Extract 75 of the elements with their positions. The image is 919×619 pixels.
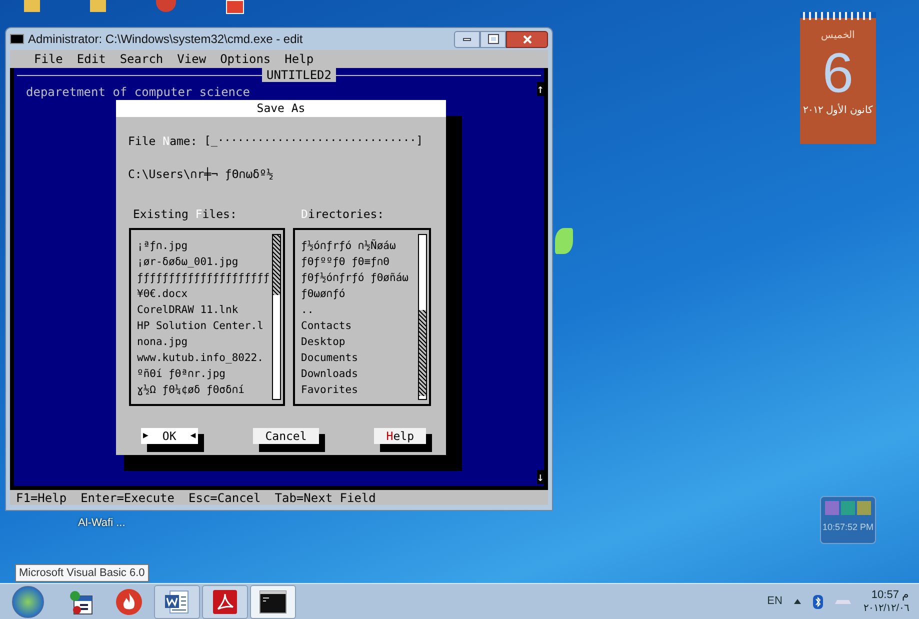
tray-time[interactable]: 10:57 م — [871, 588, 909, 602]
list-item[interactable]: ºñΘí ƒΘª∩r.jpg — [137, 366, 226, 382]
tray-date[interactable]: ٢٠١٢/١٢/٠٦ — [863, 602, 909, 614]
status-hint: Esc=Cancel — [188, 490, 261, 506]
list-item[interactable]: ƒΘƒ½ó∩ƒrƒó ƒΘøñáω — [301, 270, 408, 286]
list-item[interactable]: ƒ½ó∩ƒrƒó ∩½Ñøáω — [301, 238, 396, 254]
dialog-button[interactable]: Help — [374, 428, 426, 444]
file-name-field[interactable]: [_······························] — [204, 133, 423, 150]
list-item[interactable]: ¥Θ€.docx — [137, 286, 188, 302]
list-label: Directories: — [300, 206, 386, 222]
list-item[interactable]: ɣ½Ω ƒΘ¼¢øδ ƒΘσδ∩í — [137, 382, 244, 398]
leaf-drawing — [555, 228, 573, 254]
pdf-icon — [212, 588, 238, 614]
menu-item[interactable]: Edit — [76, 50, 106, 68]
list-item[interactable]: www.kutub.info_8022. — [137, 350, 264, 366]
directories-list[interactable]: ƒ½ó∩ƒrƒó ∩½Ñøáω ƒΘƒººƒΘ ƒΘ≡ƒ∩Θ ƒΘƒ½ó∩ƒrƒó ƒΘøñáω ƒΘωø∩ƒó .. Contacts Desktop Documents Downloads Favorites — [293, 228, 431, 406]
clock-time: 10:57:52 PM — [822, 521, 874, 534]
files-list[interactable]: ¡ªƒ∩.jpg ¡ør-δøδω_001.jpg ƒƒƒƒƒƒƒƒƒƒƒƒƒƒƒƒƒƒƒƒƒ ¥Θ€.docx CorelDRAW 11.lnk HP Solution Center.l nona.jpg www.kutub.info_8022. ºñΘí ƒΘª∩r.jpg ɣ½Ω ƒΘ¼¢øδ ƒΘσδ∩í — [129, 228, 285, 406]
list-item[interactable]: Desktop — [301, 334, 346, 350]
list-item[interactable]: ƒΘƒººƒΘ ƒΘ≡ƒ∩Θ — [301, 254, 390, 270]
status-hint: Enter=Execute — [80, 490, 174, 506]
list-item[interactable]: CorelDRAW 11.lnk — [137, 302, 238, 318]
minimize-button[interactable] — [454, 30, 480, 48]
list-item[interactable]: ¡ªƒ∩.jpg — [137, 238, 188, 254]
spiral-binding-drawing — [803, 12, 873, 20]
menu-item[interactable]: Options — [220, 50, 271, 68]
flame-icon — [115, 588, 143, 616]
language-indicator[interactable]: EN — [767, 593, 782, 610]
close-icon — [522, 34, 532, 44]
console-icon — [10, 34, 24, 44]
scrollbar[interactable] — [272, 234, 281, 400]
scrollbar[interactable] — [418, 234, 427, 400]
menu-item[interactable]: Help — [284, 50, 314, 68]
list-item[interactable]: Documents — [301, 350, 358, 366]
current-path: C:\Users\∩r╪¬ ƒΘ∩ωδº½ — [128, 166, 274, 184]
field-label: File Name: — [128, 133, 198, 150]
close-button[interactable] — [506, 30, 548, 48]
calendar-day: 6 — [822, 43, 854, 103]
caret-icon[interactable] — [794, 599, 802, 604]
calendar-month-year: كانون الأول ٢٠١٢ — [803, 103, 873, 118]
scrollbar-thumb[interactable] — [419, 310, 426, 396]
list-item[interactable]: HP Solution Center.l — [137, 318, 264, 334]
list-item[interactable]: .. — [301, 302, 314, 318]
list-item[interactable]: Contacts — [301, 318, 352, 334]
taskbar-button[interactable] — [154, 584, 200, 618]
list-item[interactable]: ¡ør-δøδω_001.jpg — [137, 254, 238, 270]
desktop-icon-label[interactable]: Al-Wafi ... — [78, 515, 126, 532]
list-item[interactable]: Favorites — [301, 382, 358, 398]
document-title: UNTITLED2 — [262, 68, 336, 82]
dialog-button[interactable]: ▶ OK ◀ — [141, 428, 198, 444]
app-icon[interactable] — [226, 0, 244, 14]
maximize-button[interactable] — [480, 30, 506, 48]
document-text: deparetment of computer science — [26, 84, 250, 100]
dialog-title: Save As — [116, 100, 446, 117]
status-hint: Tab=Next Field — [274, 490, 376, 506]
scrollbar-thumb[interactable] — [273, 234, 280, 295]
list-item[interactable]: ƒƒƒƒƒƒƒƒƒƒƒƒƒƒƒƒƒƒƒƒƒ — [137, 270, 270, 286]
menu-item[interactable]: Search — [120, 50, 164, 68]
status-hint: F1=Help — [16, 490, 67, 506]
window-title: Administrator: C:\Windows\system32\cmd.exe - edit — [28, 31, 303, 48]
tooltip: Microsoft Visual Basic 6.0 — [15, 564, 149, 582]
taskbar-button[interactable] — [250, 584, 296, 618]
list-item[interactable]: nona.jpg — [137, 334, 188, 350]
bluetooth-icon[interactable] — [813, 594, 824, 608]
taskbar-button[interactable] — [202, 584, 248, 618]
document-icon — [164, 588, 190, 614]
console-icon — [259, 590, 287, 614]
list-item[interactable]: Downloads — [301, 366, 358, 382]
dialog-button[interactable]: Cancel — [253, 428, 319, 444]
calendar-weekday: الخميس — [821, 29, 855, 43]
menu-item[interactable]: File — [34, 50, 63, 68]
list-item[interactable]: ƒΘωø∩ƒó — [301, 286, 346, 302]
menu-item[interactable]: View — [177, 50, 206, 68]
start-button[interactable] — [12, 586, 44, 618]
list-label: Existing Files: — [132, 206, 238, 222]
